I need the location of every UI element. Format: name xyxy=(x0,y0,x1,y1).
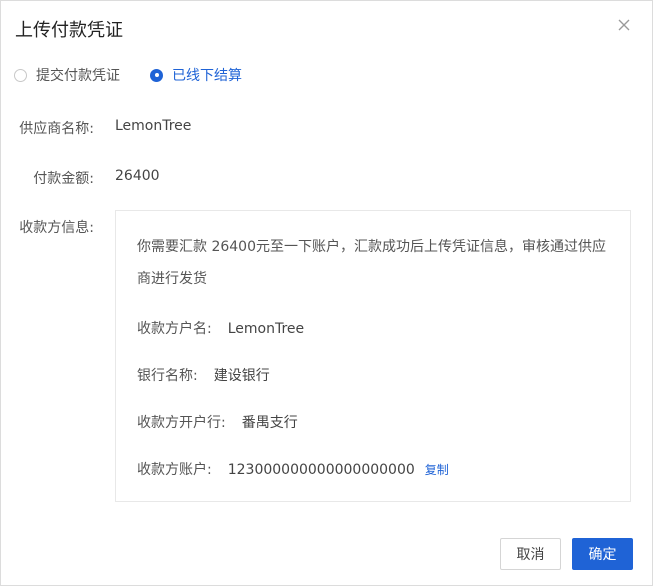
bank-name-row: 银行名称: 建设银行 xyxy=(137,365,270,385)
radio-submit-voucher[interactable]: 提交付款凭证 xyxy=(14,65,120,85)
radio-offline-settled[interactable]: 已线下结算 xyxy=(150,65,242,85)
payee-description: 你需要汇款 26400元至一下账户，汇款成功后上传凭证信息，审核通过供应商进行发… xyxy=(137,239,606,287)
payee-label: 收款方信息: xyxy=(19,220,94,236)
supplier-label: 供应商名称: xyxy=(19,121,94,137)
branch-row: 收款方开户行: 番禺支行 xyxy=(137,412,298,432)
account-name-value: LemonTree xyxy=(227,321,305,337)
supplier-value: LemonTree xyxy=(115,118,192,134)
payee-info-panel: 你需要汇款 26400元至一下账户，汇款成功后上传凭证信息，审核通过供应商进行发… xyxy=(115,210,631,502)
branch-label: 收款方开户行: xyxy=(137,415,226,431)
dialog-title: 上传付款凭证 xyxy=(15,20,123,41)
radio-unchecked-icon xyxy=(14,68,27,82)
bank-name-value: 建设银行 xyxy=(213,368,270,384)
confirm-button[interactable]: 确定 xyxy=(572,538,633,570)
upload-payment-dialog: 上传付款凭证 提交付款凭证 已线下结算 供应商名称: LemonTree 付款金… xyxy=(0,0,653,586)
branch-value: 番禺支行 xyxy=(241,415,298,431)
account-name-label: 收款方户名: xyxy=(137,321,212,337)
cancel-button[interactable]: 取消 xyxy=(500,538,561,570)
account-name-row: 收款方户名: LemonTree xyxy=(137,318,304,338)
radio-label: 已线下结算 xyxy=(172,68,242,84)
amount-value: 26400 xyxy=(115,168,160,184)
radio-label: 提交付款凭证 xyxy=(36,68,120,84)
close-icon xyxy=(618,19,630,31)
payment-method-radio-group: 提交付款凭证 已线下结算 xyxy=(14,65,242,85)
amount-label: 付款金额: xyxy=(33,171,94,187)
account-number-label: 收款方账户: xyxy=(137,462,212,478)
bank-name-label: 银行名称: xyxy=(137,368,198,384)
account-number-row: 收款方账户: 123000000000000000000 复制 xyxy=(137,459,449,479)
copy-link[interactable]: 复制 xyxy=(425,463,449,477)
radio-checked-icon xyxy=(150,68,163,82)
close-button[interactable] xyxy=(614,15,634,35)
account-number-value: 123000000000000000000 xyxy=(227,462,415,478)
